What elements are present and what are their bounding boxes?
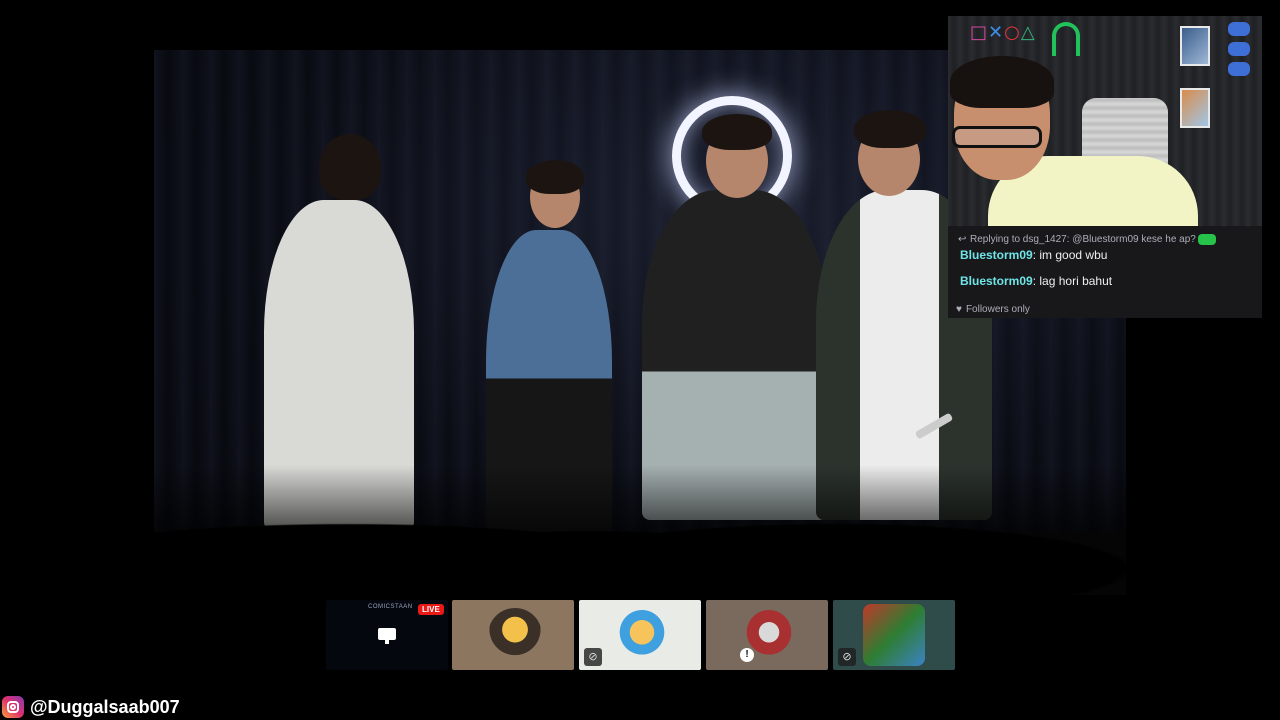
controllers-shelf — [1228, 22, 1250, 92]
streamer-hair — [950, 56, 1054, 108]
stream-thumbnail-live[interactable]: COMICSTAAN LIVE — [326, 600, 448, 670]
cross-symbol: ✕ — [988, 22, 1005, 43]
square-symbol: □ — [970, 22, 989, 43]
controller-icon — [1228, 42, 1250, 56]
heart-icon: ♥ — [956, 304, 962, 315]
handle-text: @Duggalsaab007 — [30, 696, 180, 717]
chat-message: Bluestorm09: im good wbu — [960, 248, 1107, 262]
channel-name: COMICSTAAN — [368, 604, 413, 610]
participant-thumbnail[interactable]: ! — [706, 600, 828, 670]
chat-mode-text: Followers only — [965, 304, 1030, 315]
live-badge: LIVE — [418, 604, 444, 615]
avatar — [863, 604, 925, 666]
chat-panel: ↩ Replying to dsg_1427: @Bluestorm09 kese… — [948, 226, 1262, 318]
participant-thumbnail[interactable]: ⊘ — [579, 600, 701, 670]
avatar — [488, 608, 542, 662]
participant-thumbnail[interactable]: ⊘ — [833, 600, 955, 670]
performer-left-hair — [319, 134, 381, 200]
audience-silhouettes — [154, 465, 1126, 595]
instagram-handle: @Duggalsaab007 — [2, 696, 180, 718]
reply-context: ↩ Replying to dsg_1427: @Bluestorm09 kese… — [958, 234, 1216, 245]
anime-poster-1 — [1180, 26, 1210, 66]
performer-jacket-hair — [854, 110, 926, 148]
screen-icon — [378, 628, 396, 644]
mic-off-icon: ⊘ — [584, 648, 602, 666]
chat-username[interactable]: Bluestorm09 — [960, 274, 1033, 288]
chat-message: Bluestorm09: lag hori bahut — [960, 274, 1112, 288]
performer-black-sweater-hair — [702, 114, 772, 150]
reply-text: Replying to dsg_1427: @Bluestorm09 kese … — [970, 234, 1196, 246]
playstation-symbols: □✕○△ — [970, 22, 1036, 43]
instagram-icon — [2, 696, 24, 718]
participant-thumbnail[interactable] — [452, 600, 574, 670]
controller-icon — [1228, 22, 1250, 36]
controller-icon — [1228, 62, 1250, 76]
circle-symbol: ○ — [1004, 22, 1021, 43]
chat-text: : im good wbu — [1032, 248, 1108, 262]
performer-denim-hair — [526, 160, 584, 194]
triangle-symbol: △ — [1020, 22, 1036, 43]
webcam-overlay: □✕○△ ↩ Replying to dsg_1427: @Bluestorm09… — [948, 16, 1262, 318]
warning-icon: ! — [740, 648, 754, 662]
webcam-feed: □✕○△ — [948, 16, 1262, 236]
reply-arrow-icon: ↩ — [958, 234, 967, 246]
headset-icon — [1052, 22, 1080, 56]
chat-mode-indicator: ♥ Followers only — [956, 304, 1030, 315]
green-emote-icon — [1197, 234, 1216, 245]
anime-poster-2 — [1180, 88, 1210, 128]
chat-username[interactable]: Bluestorm09 — [960, 248, 1033, 262]
avatar — [615, 608, 669, 662]
streamer-glasses — [952, 126, 1042, 148]
mic-off-icon: ⊘ — [838, 648, 856, 666]
chat-text: : lag hori bahut — [1032, 274, 1113, 288]
